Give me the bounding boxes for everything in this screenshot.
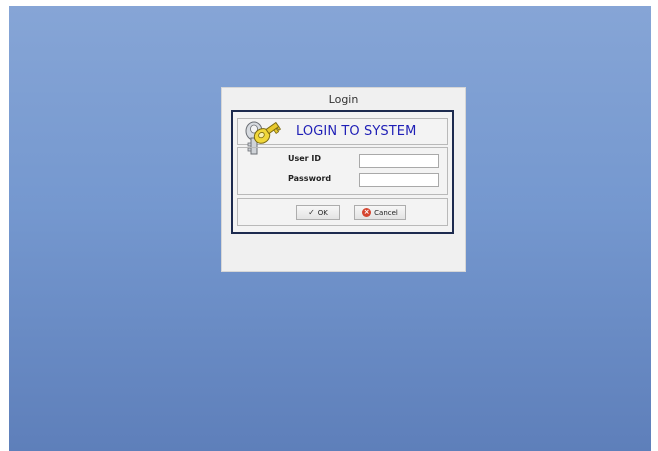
login-window: Login LOGIN TO SYSTEM User ID Password ✓… — [221, 87, 466, 272]
login-title: LOGIN TO SYSTEM — [296, 124, 417, 139]
password-label: Password — [288, 174, 332, 183]
ok-button[interactable]: ✓ OK — [296, 205, 340, 220]
button-row: ✓ OK × Cancel — [237, 198, 448, 226]
desktop-background: Login LOGIN TO SYSTEM User ID Password ✓… — [9, 6, 651, 451]
credentials-form: User ID Password — [237, 147, 448, 195]
user-id-input[interactable] — [359, 154, 439, 168]
check-icon: ✓ — [308, 207, 315, 217]
login-panel: LOGIN TO SYSTEM User ID Password ✓ OK × … — [231, 110, 454, 234]
cancel-icon: × — [362, 208, 372, 217]
cancel-button-label: Cancel — [374, 208, 398, 217]
ok-button-label: OK — [317, 208, 328, 217]
cancel-button[interactable]: × Cancel — [354, 205, 406, 220]
user-id-label: User ID — [288, 154, 322, 163]
password-input[interactable] — [359, 173, 439, 187]
window-title: Login — [328, 93, 359, 106]
